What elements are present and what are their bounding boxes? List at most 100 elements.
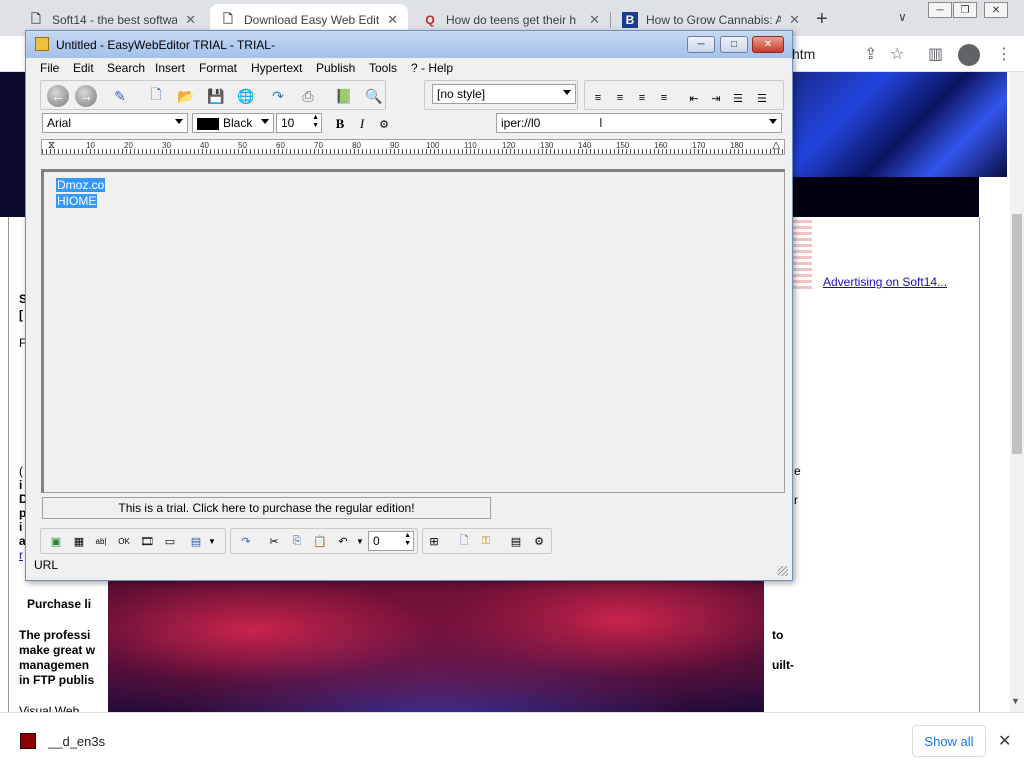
align-right-button[interactable]: ≡: [632, 88, 652, 108]
font-select[interactable]: Arial: [42, 113, 188, 133]
bullet-list-button[interactable]: ☰: [728, 88, 748, 108]
bold-button[interactable]: B: [330, 114, 350, 134]
address-bar-url[interactable]: htm: [792, 46, 815, 62]
menu-format[interactable]: Format: [199, 61, 237, 75]
textfield-icon: ab|: [95, 536, 107, 546]
tab-search-icon[interactable]: ∨: [898, 10, 907, 24]
counter-value: 0: [373, 534, 380, 548]
table-properties-button[interactable]: ⊞: [424, 531, 444, 551]
close-icon[interactable]: ✕: [185, 12, 196, 28]
counter-stepper[interactable]: 0 ▲ ▼: [368, 531, 414, 551]
minimize-button[interactable]: ─: [687, 36, 715, 53]
book-button[interactable]: 📗: [332, 84, 356, 108]
italic-button[interactable]: I: [352, 114, 372, 134]
share-icon[interactable]: ⇪: [864, 44, 877, 64]
undo-dropdown[interactable]: ▼: [350, 531, 370, 551]
back-button[interactable]: ←: [46, 84, 70, 108]
purchase-trial-button[interactable]: This is a trial. Click here to purchase …: [42, 497, 491, 519]
chevron-down-icon: [261, 119, 269, 124]
insert-media-button[interactable]: 🎞: [137, 531, 157, 551]
window-title-bar[interactable]: Untitled - EasyWebEditor TRIAL - TRIAL- …: [26, 31, 792, 58]
style-select[interactable]: [no style]: [432, 84, 576, 104]
scrollbar-thumb[interactable]: [1012, 214, 1022, 454]
url-field[interactable]: iper://l0 I: [496, 113, 782, 133]
ad-thumbnail[interactable]: [792, 220, 812, 292]
insert-table-button[interactable]: ▦: [69, 531, 89, 551]
profile-avatar[interactable]: [958, 44, 980, 66]
find-button[interactable]: 🔍: [362, 84, 386, 108]
restore-icon[interactable]: ❐: [953, 2, 977, 18]
status-bar-text: URL: [34, 558, 59, 572]
key-button[interactable]: ⚿: [476, 531, 496, 551]
font-size-stepper[interactable]: 10 ▲ ▼: [276, 113, 322, 133]
align-left-button[interactable]: ≡: [588, 88, 608, 108]
menu-insert[interactable]: Insert: [155, 61, 185, 75]
menu-file[interactable]: File: [40, 61, 59, 75]
color-select[interactable]: Black: [192, 113, 274, 133]
close-icon[interactable]: ✕: [387, 12, 398, 28]
print-button[interactable]: ⎙: [296, 84, 320, 108]
close-icon[interactable]: ✕: [998, 731, 1011, 751]
close-icon[interactable]: ✕: [789, 12, 800, 28]
download-filename[interactable]: __d_en3s: [48, 734, 105, 749]
indent-button[interactable]: ⇥: [706, 88, 726, 108]
script-button[interactable]: ▤: [506, 531, 526, 551]
stepper-arrows-icon[interactable]: ▲ ▼: [312, 114, 319, 130]
open-button[interactable]: 📂: [174, 84, 198, 108]
special-chars-button[interactable]: ⚙: [374, 114, 394, 134]
scroll-down-icon[interactable]: ▼: [1011, 696, 1020, 706]
menu-hypertext[interactable]: Hypertext: [251, 61, 302, 75]
new-tab-button[interactable]: +: [816, 8, 828, 31]
site-banner-right: [792, 72, 1007, 177]
insert-textfield-button[interactable]: ab|: [91, 531, 111, 551]
plugin-button[interactable]: ⚙: [529, 531, 549, 551]
selected-text-line[interactable]: HIOME: [56, 194, 98, 208]
editor-canvas[interactable]: Dmoz.co HIOME: [41, 169, 785, 493]
text-fragment-link[interactable]: r: [19, 548, 23, 562]
save-button[interactable]: 💾: [204, 84, 228, 108]
menu-edit[interactable]: Edit: [73, 61, 94, 75]
insert-image-button[interactable]: ▣: [46, 531, 66, 551]
insert-frame-button[interactable]: ▭: [160, 531, 180, 551]
numbered-list-button[interactable]: ☰: [752, 88, 772, 108]
paste-button[interactable]: 📋: [310, 531, 330, 551]
forward-button[interactable]: →: [74, 84, 98, 108]
close-icon[interactable]: ✕: [589, 12, 600, 28]
justify-button[interactable]: ≡: [654, 88, 674, 108]
main-toolbar: ← → ✎ 🗋 📂 💾 🌐 ↷ ⎙ 📗 🔍 [no style] ≡ ≡ ≡ ≡…: [26, 78, 792, 112]
minimize-icon[interactable]: ─: [928, 2, 952, 18]
menu-search[interactable]: Search: [107, 61, 145, 75]
insert-object-dropdown[interactable]: ▼: [202, 531, 222, 551]
text-fragment: e: [794, 464, 801, 478]
copy-button[interactable]: ⎘: [287, 531, 307, 551]
ruler[interactable]: ⧖ 10 20 30 40 50 60 70 80 90 100 110 120…: [41, 139, 785, 155]
publish-button[interactable]: ↷: [266, 84, 290, 108]
description-line: The professi: [19, 628, 91, 642]
tab-separator: [610, 12, 611, 28]
menu-kebab-icon[interactable]: ⋮: [996, 44, 1012, 64]
edit-tool-button[interactable]: ✎: [108, 84, 132, 108]
bullet-list-icon: ☰: [733, 92, 743, 105]
insert-form-button-button[interactable]: OK: [114, 531, 134, 551]
maximize-button[interactable]: □: [720, 36, 748, 53]
side-panel-icon[interactable]: ▥: [928, 44, 943, 64]
align-center-button[interactable]: ≡: [610, 88, 630, 108]
selected-text-line[interactable]: Dmoz.co: [56, 178, 106, 192]
resize-grip-icon[interactable]: [778, 566, 788, 576]
preview-browser-button[interactable]: 🌐: [234, 84, 258, 108]
menu-publish[interactable]: Publish: [316, 61, 355, 75]
close-button[interactable]: ✕: [752, 36, 784, 53]
menu-tools[interactable]: Tools: [369, 61, 397, 75]
cut-button[interactable]: ✂: [264, 531, 284, 551]
show-all-button[interactable]: Show all: [912, 725, 986, 757]
page-properties-button[interactable]: 🗋: [454, 531, 474, 551]
close-icon[interactable]: ✕: [984, 2, 1008, 18]
stepper-arrows-icon[interactable]: ▲ ▼: [404, 532, 411, 548]
bookmark-star-icon[interactable]: ☆: [890, 44, 904, 64]
new-document-button[interactable]: 🗋: [144, 84, 168, 108]
outdent-button[interactable]: ⇤: [684, 88, 704, 108]
scissors-icon: ✂: [269, 535, 279, 548]
publish-small-button[interactable]: ↷: [236, 531, 256, 551]
menu-help[interactable]: ? - Help: [411, 61, 453, 75]
advertising-link[interactable]: Advertising on Soft14...: [823, 275, 947, 289]
